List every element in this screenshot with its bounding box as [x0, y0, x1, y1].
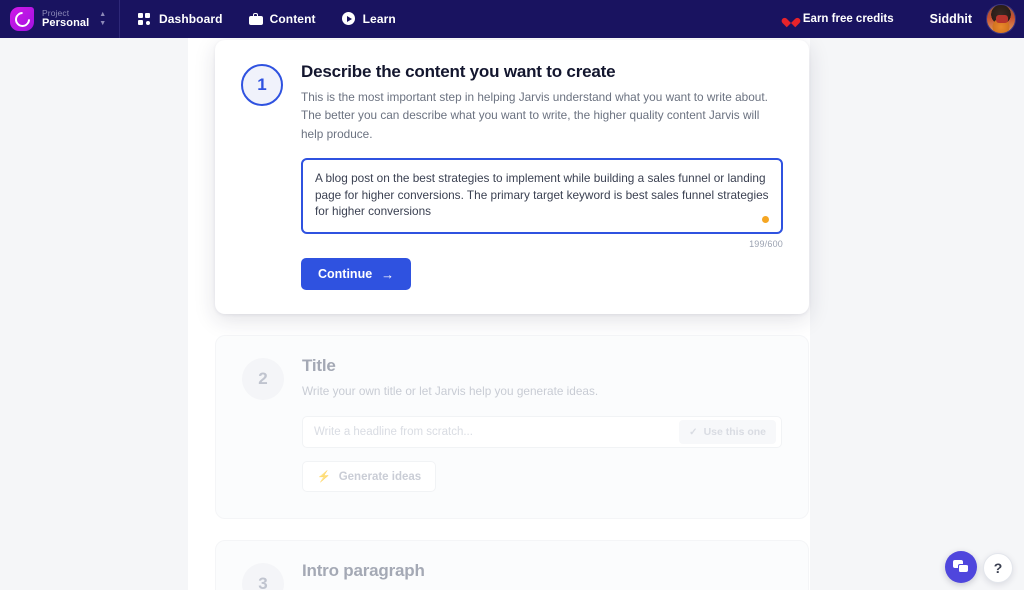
- top-navigation-bar: Project Personal ▲ ▼ Dashboard Content Le…: [0, 0, 1024, 38]
- nav-item-learn[interactable]: Learn: [341, 12, 396, 26]
- chevron-up-down-icon[interactable]: ▲ ▼: [99, 11, 106, 27]
- briefcase-icon: [248, 12, 263, 26]
- step-1-description: This is the most important step in helpi…: [301, 90, 768, 141]
- avatar[interactable]: [986, 4, 1016, 34]
- nav-label-learn: Learn: [362, 12, 396, 26]
- earn-free-credits-label: Earn free credits: [802, 13, 894, 25]
- heart-icon: [785, 13, 797, 25]
- project-switcher-text: Project Personal: [42, 8, 90, 29]
- generate-ideas-label-title: Generate ideas: [338, 470, 422, 483]
- step-number-badge-1: 1: [241, 64, 283, 106]
- main-nav-links: Dashboard Content Learn: [138, 12, 396, 26]
- step-number-badge-2: 2: [242, 358, 284, 401]
- step-2-description: Write your own title or let Jarvis help …: [302, 384, 599, 399]
- earn-free-credits-button[interactable]: Earn free credits: [785, 13, 894, 25]
- step-1-title: Describe the content you want to create: [301, 62, 616, 81]
- lightning-bolt-icon: ⚡: [317, 471, 331, 484]
- title-input-row[interactable]: Write a headline from scratch... ✓ Use t…: [302, 416, 782, 449]
- jarvis-c-logo-icon: [10, 7, 34, 31]
- nav-label-dashboard: Dashboard: [159, 12, 223, 26]
- arrow-right-icon: →: [381, 266, 395, 282]
- step-3-title: Intro paragraph: [302, 561, 425, 581]
- username-label: Siddhit: [929, 12, 972, 26]
- continue-button-label: Continue: [318, 267, 373, 282]
- step-card-1: 1 Describe the content you want to creat…: [215, 40, 809, 315]
- nav-right-cluster: Earn free credits Siddhit: [785, 4, 1024, 34]
- step-2-title: Title: [302, 356, 336, 376]
- content-description-value: A blog post on the best strategies to im…: [315, 170, 772, 219]
- step-number-badge-3: 3: [242, 563, 284, 590]
- title-input[interactable]: Write a headline from scratch...: [314, 426, 679, 438]
- status-dot-indicator: [762, 216, 769, 224]
- continue-button[interactable]: Continue →: [301, 258, 412, 291]
- content-description-textarea[interactable]: A blog post on the best strategies to im…: [301, 157, 783, 235]
- page-content-area: 1 Describe the content you want to creat…: [0, 38, 1024, 590]
- step-card-3: 3 Intro paragraph Write your own intro o…: [215, 540, 809, 590]
- play-circle-icon: [341, 12, 356, 26]
- help-button[interactable]: ?: [983, 553, 1013, 583]
- generate-ideas-button-title[interactable]: ⚡ Generate ideas: [302, 461, 437, 493]
- project-switcher[interactable]: Project Personal ▲ ▼: [0, 0, 120, 38]
- nav-label-content: Content: [269, 12, 316, 26]
- use-this-one-label: Use this one: [703, 426, 766, 439]
- chat-bubbles-icon: [953, 560, 969, 574]
- project-name: Personal: [42, 16, 90, 29]
- use-this-one-button[interactable]: ✓ Use this one: [679, 420, 776, 445]
- nav-item-dashboard[interactable]: Dashboard: [138, 12, 223, 26]
- check-icon: ✓: [689, 426, 698, 438]
- chat-support-button[interactable]: [945, 551, 977, 583]
- nav-item-content[interactable]: Content: [248, 12, 316, 26]
- content-wizard: 1 Describe the content you want to creat…: [215, 38, 809, 590]
- step-card-2: 2 Title Write your own title or let Jarv…: [215, 335, 809, 520]
- grid-icon: [138, 12, 152, 26]
- character-counter: 199/600: [749, 239, 783, 250]
